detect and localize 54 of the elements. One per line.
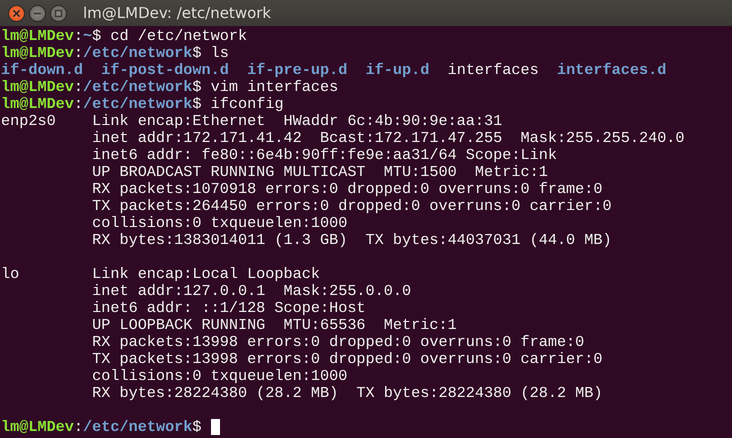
command-text: cd /etc/network [110, 28, 248, 45]
maximize-icon [54, 8, 63, 18]
output-line: inet6 addr: ::1/128 Scope:Host [92, 300, 366, 317]
prompt-separator: : [74, 45, 84, 62]
close-icon [12, 8, 21, 18]
command-text: ifconfig [210, 96, 284, 113]
interface-name: enp2s0 [1, 112, 56, 130]
output-line: Link encap:Ethernet HWaddr 6c:4b:90:9e:aa:31 [92, 113, 502, 130]
maximize-button[interactable] [50, 4, 67, 22]
output-line: inet addr:172.171.41.42 Bcast:172.171.47.255 Mask:255.255.240.0 [92, 130, 685, 147]
prompt-separator: : [74, 96, 84, 113]
output-line: Link encap:Local Loopback [92, 266, 320, 283]
window-title: lm@LMDev: /etc/network [83, 2, 272, 24]
prompt-separator: : [74, 79, 84, 96]
command-text: vim interfaces [210, 79, 338, 96]
prompt-path: /etc/network [83, 96, 192, 113]
output-line: RX packets:1070918 errors:0 dropped:0 overruns:0 frame:0 [92, 181, 603, 198]
interface-name: lo [1, 265, 20, 283]
command-text: ls [210, 45, 229, 62]
prompt-symbol: $ [192, 79, 202, 96]
prompt-symbol: $ [192, 96, 202, 113]
prompt-user: lm@LMDev [1, 96, 74, 113]
output-line: inet addr:127.0.0.1 Mask:255.0.0.0 [92, 283, 412, 300]
prompt-user: lm@LMDev [1, 45, 74, 62]
prompt-symbol: $ [192, 45, 202, 62]
prompt-user: lm@LMDev [1, 28, 74, 45]
minimize-button[interactable] [29, 4, 46, 22]
output-line: collisions:0 txqueuelen:1000 [92, 215, 348, 232]
prompt-user: lm@LMDev [1, 79, 74, 96]
output-line: RX bytes:28224380 (28.2 MB) TX bytes:28224380 (28.2 MB) [92, 385, 603, 402]
file-name: interfaces [448, 62, 539, 79]
output-line: TX packets:264450 errors:0 dropped:0 overruns:0 carrier:0 [92, 198, 612, 215]
output-line: UP LOOPBACK RUNNING MTU:65536 Metric:1 [92, 317, 457, 334]
prompt-path: /etc/network [83, 45, 192, 62]
prompt-symbol: $ [192, 419, 202, 436]
prompt-separator: : [74, 28, 84, 45]
prompt-path: ~ [83, 28, 92, 45]
prompt-symbol: $ [92, 28, 102, 45]
prompt-separator: : [74, 419, 84, 436]
output-line: collisions:0 txqueuelen:1000 [92, 368, 348, 385]
prompt-user: lm@LMDev [1, 419, 74, 436]
prompt-path: /etc/network [83, 79, 192, 96]
output-line: RX bytes:1383014011 (1.3 GB) TX bytes:44037031 (44.0 MB) [92, 232, 612, 249]
output-line: inet6 addr: fe80::6e4b:90ff:fe9e:aa31/64 Scope:Link [92, 147, 557, 164]
output-line: RX packets:13998 errors:0 dropped:0 overruns:0 frame:0 [92, 334, 584, 351]
directory-name: interfaces.d [556, 62, 666, 79]
prompt-path: /etc/network [83, 419, 192, 436]
directory-name: if-up.d [366, 62, 430, 79]
close-button[interactable] [8, 4, 25, 22]
directory-name: if-down.d [1, 62, 84, 79]
output-line: UP BROADCAST RUNNING MULTICAST MTU:1500 Metric:1 [92, 164, 548, 181]
directory-name: if-pre-up.d [247, 62, 348, 79]
directory-name: if-post-down.d [101, 62, 229, 79]
output-line: TX packets:13998 errors:0 dropped:0 overruns:0 carrier:0 [92, 351, 603, 368]
